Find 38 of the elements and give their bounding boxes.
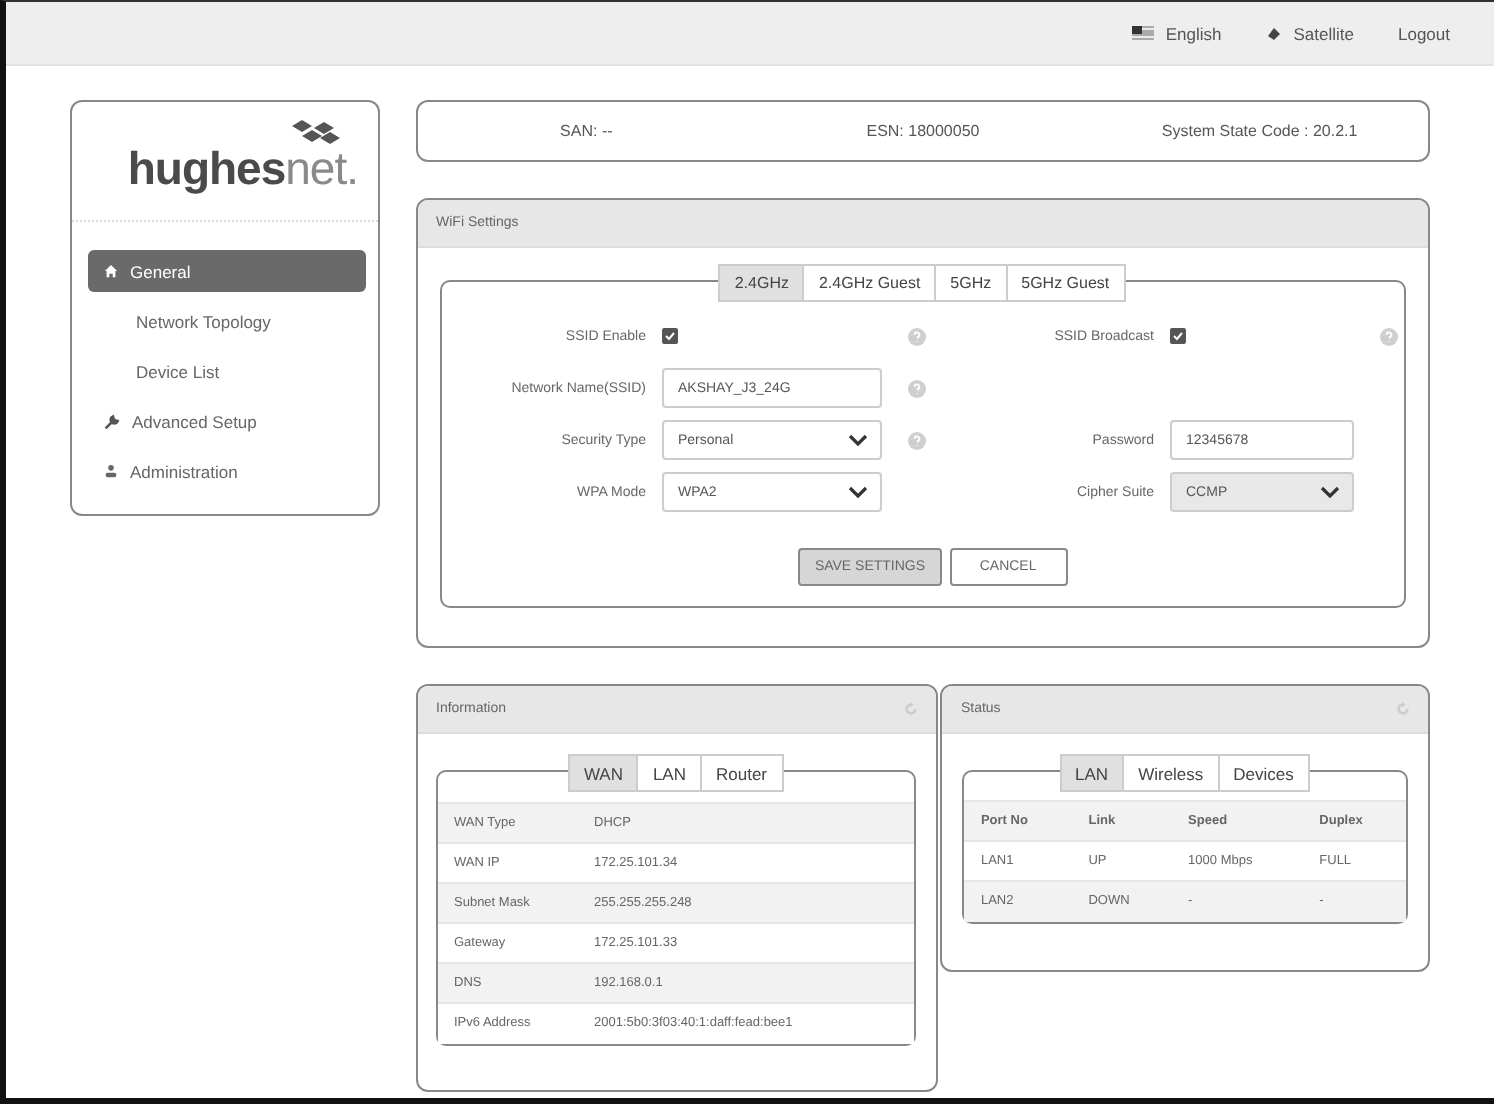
tab[interactable]: LAN bbox=[636, 754, 702, 792]
brand-logo: hughesnet. bbox=[127, 142, 358, 196]
refresh-icon[interactable] bbox=[904, 702, 919, 716]
tab[interactable]: 5GHz Guest bbox=[1005, 264, 1126, 302]
chevron-down-icon bbox=[1320, 486, 1340, 498]
checkbox[interactable] bbox=[662, 328, 678, 344]
flag-icon bbox=[1131, 26, 1154, 40]
nav-item[interactable]: Device List bbox=[88, 350, 366, 392]
tab[interactable]: 2.4GHz bbox=[718, 264, 805, 302]
nav-item[interactable]: Advanced Setup bbox=[88, 400, 366, 442]
esn-text: ESN: 18000050 bbox=[864, 122, 982, 140]
help-icon[interactable] bbox=[907, 327, 925, 345]
state-code-text: System State Code : 20.2.1 bbox=[1159, 122, 1360, 140]
home-icon bbox=[104, 264, 118, 278]
chevron-down-icon bbox=[848, 486, 868, 498]
nav-item[interactable]: Network Topology bbox=[88, 300, 366, 342]
language-link[interactable]: English bbox=[1131, 23, 1222, 43]
tab[interactable]: 2.4GHz Guest bbox=[802, 264, 937, 302]
nav-item[interactable]: Administration bbox=[88, 450, 366, 492]
logout-link[interactable]: Logout bbox=[1398, 23, 1450, 43]
checkbox[interactable] bbox=[1170, 328, 1186, 344]
tab[interactable]: LAN bbox=[1059, 754, 1125, 792]
satellite-link[interactable]: Satellite bbox=[1265, 23, 1354, 43]
tab[interactable]: Router bbox=[700, 754, 784, 792]
tab[interactable]: Devices bbox=[1217, 754, 1310, 792]
satellite-icon bbox=[1265, 25, 1282, 41]
nav-item[interactable]: General bbox=[88, 250, 366, 292]
tab[interactable]: WAN bbox=[567, 754, 639, 792]
tab[interactable]: Wireless bbox=[1122, 754, 1220, 792]
help-icon[interactable] bbox=[907, 431, 925, 449]
san-text: SAN: -- bbox=[558, 122, 615, 140]
wrench-icon bbox=[104, 413, 120, 429]
chevron-down-icon bbox=[848, 434, 868, 446]
user-icon bbox=[104, 464, 118, 478]
tab[interactable]: 5GHz bbox=[934, 264, 1008, 302]
help-icon[interactable] bbox=[907, 379, 925, 397]
help-icon[interactable] bbox=[1379, 327, 1397, 345]
refresh-icon[interactable] bbox=[1396, 702, 1410, 716]
